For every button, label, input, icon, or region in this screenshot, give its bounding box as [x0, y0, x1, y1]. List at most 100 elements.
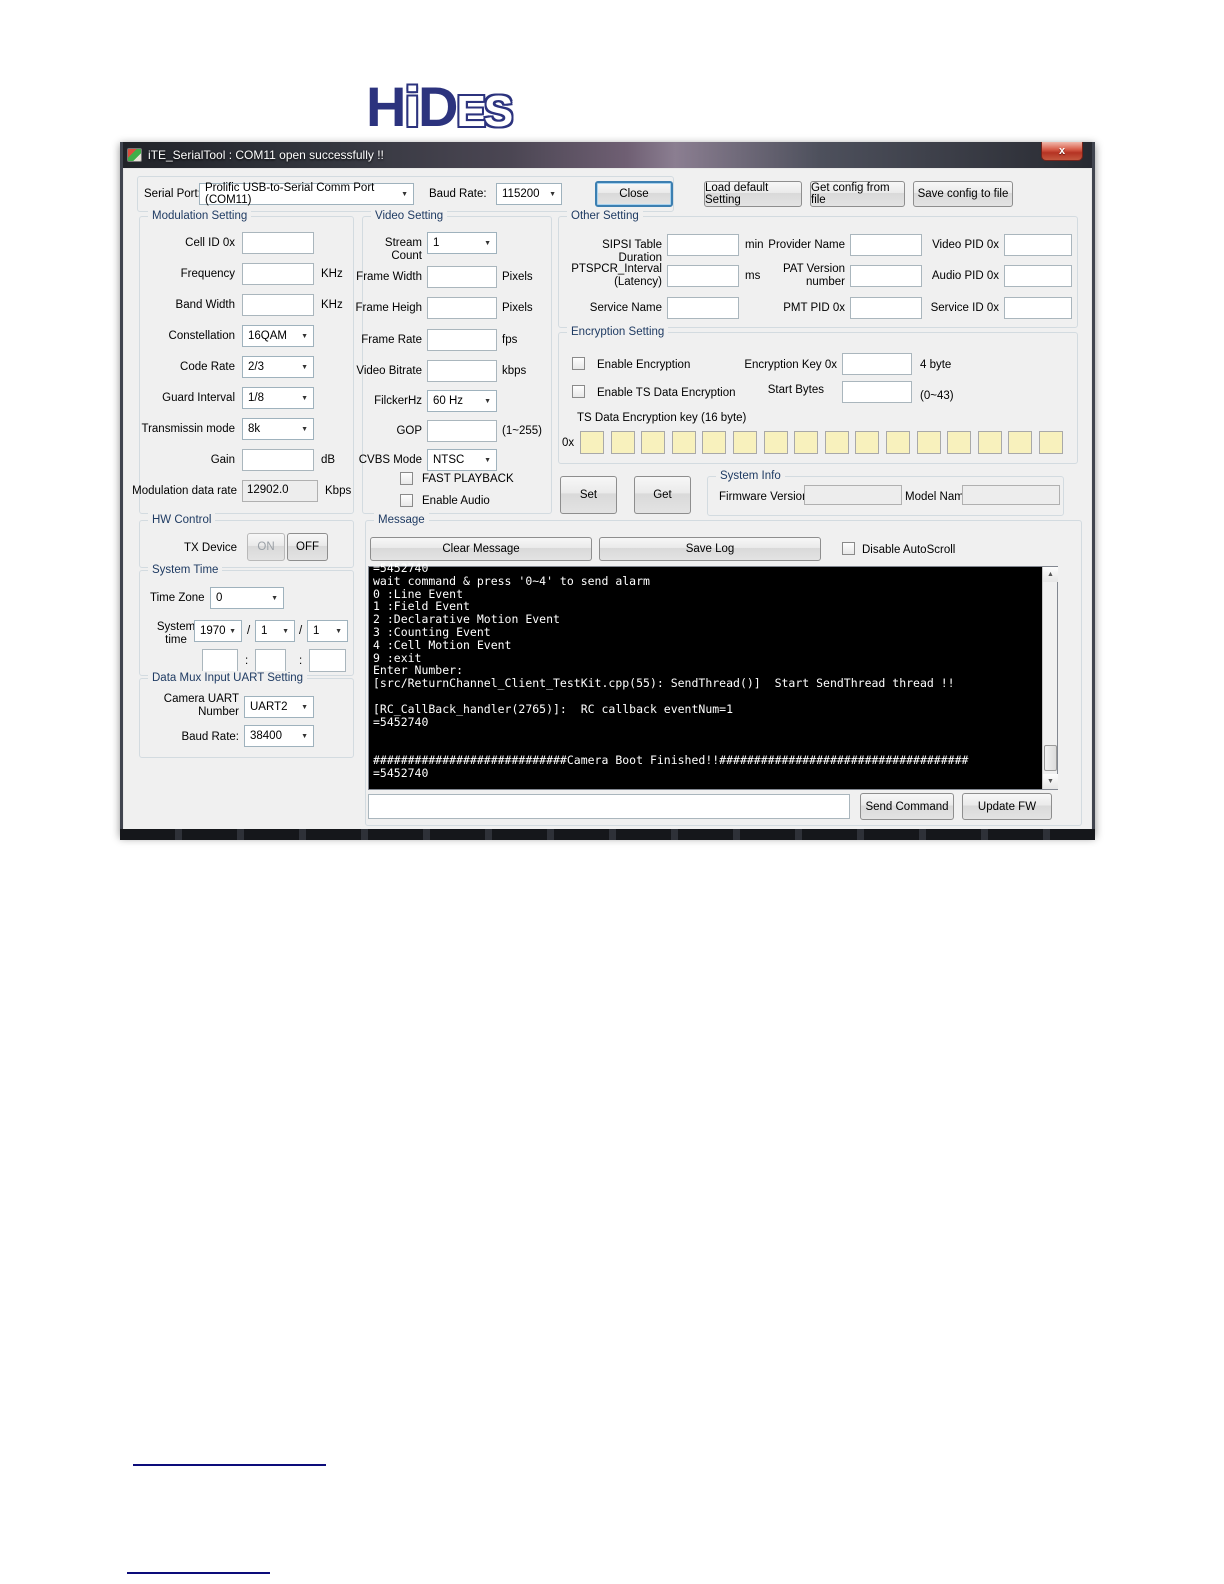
scroll-down-icon[interactable]: ▼ [1043, 774, 1058, 789]
chevron-down-icon: ▼ [301, 394, 308, 402]
stream-count-select[interactable]: 1 ▼ [427, 232, 497, 254]
gain-unit: dB [321, 454, 336, 466]
second-input[interactable] [309, 649, 346, 672]
tx-on-button[interactable]: ON [247, 533, 285, 561]
chevron-down-icon: ▼ [301, 425, 308, 433]
audio-pid-input[interactable] [1004, 265, 1072, 287]
terminal-log[interactable]: =5452740 wait command & press '0~4' to s… [368, 562, 1058, 790]
ptspcr-input[interactable] [667, 265, 739, 287]
video-bitrate-input[interactable] [427, 360, 497, 382]
year-select[interactable]: 1970 ▼ [194, 620, 242, 642]
flicker-select[interactable]: 60 Hz ▼ [427, 390, 497, 412]
gop-input[interactable] [427, 420, 497, 442]
code-rate-select[interactable]: 2/3 ▼ [242, 356, 314, 378]
save-log-button[interactable]: Save Log [599, 537, 821, 561]
ts-key-byte-input[interactable] [1008, 431, 1033, 454]
close-icon[interactable]: x [1041, 142, 1083, 161]
ts-key-byte-input[interactable] [1038, 431, 1063, 454]
transmission-mode-select[interactable]: 8k ▼ [242, 418, 314, 440]
cvbs-select[interactable]: NTSC ▼ [427, 449, 497, 471]
constellation-select[interactable]: 16QAM ▼ [242, 325, 314, 347]
baud-rate-select[interactable]: 115200 ▼ [496, 183, 562, 205]
close-port-button[interactable]: Close [595, 181, 673, 207]
cell-id-input[interactable] [242, 232, 314, 254]
enable-ts-label: Enable TS Data Encryption [597, 387, 736, 399]
frame-height-input[interactable] [427, 297, 497, 319]
time-zone-select[interactable]: 0 ▼ [210, 587, 284, 609]
ts-key-byte-input[interactable] [947, 431, 972, 454]
camera-uart-select[interactable]: UART2 ▼ [244, 696, 314, 718]
save-config-button[interactable]: Save config to file [913, 181, 1013, 207]
ts-key-byte-input[interactable] [794, 431, 819, 454]
ts-key-byte-input[interactable] [580, 431, 604, 454]
tx-off-button[interactable]: OFF [287, 533, 328, 561]
band-width-input[interactable] [242, 294, 314, 316]
flicker-label: FilckerHz [374, 395, 422, 407]
minute-input[interactable] [255, 649, 286, 672]
video-pid-input[interactable] [1004, 234, 1072, 256]
band-width-label: Band Width [175, 299, 235, 311]
chevron-down-icon: ▼ [271, 594, 278, 602]
frequency-input[interactable] [242, 263, 314, 285]
month-select[interactable]: 1 ▼ [255, 620, 295, 642]
serial-port-select[interactable]: Prolific USB-to-Serial Comm Port (COM11)… [199, 182, 414, 206]
get-button[interactable]: Get [634, 476, 691, 514]
pat-version-input[interactable] [850, 265, 922, 287]
encryption-key-input[interactable] [842, 353, 912, 375]
mux-baud-rate-select[interactable]: 38400 ▼ [244, 725, 314, 747]
frame-width-input[interactable] [427, 266, 497, 288]
logo-letter: H [366, 75, 406, 138]
logo-letter: D [418, 75, 458, 138]
encryption-key-unit: 4 byte [920, 359, 952, 371]
ts-key-byte-input[interactable] [702, 431, 727, 454]
load-default-button[interactable]: Load default Setting [704, 181, 802, 207]
data-rate-label: Modulation data rate [132, 485, 237, 497]
logo-letter: ES [456, 87, 513, 136]
disable-autoscroll-checkbox[interactable] [842, 542, 855, 555]
service-name-input[interactable] [667, 297, 739, 319]
title-bar[interactable]: iTE_SerialTool : COM11 open successfully… [123, 142, 1092, 168]
guard-interval-select[interactable]: 1/8 ▼ [242, 387, 314, 409]
ts-key-byte-input[interactable] [885, 431, 910, 454]
ts-key-byte-input[interactable] [610, 431, 635, 454]
gop-unit: (1~255) [502, 425, 542, 437]
fast-playback-checkbox[interactable] [400, 472, 413, 485]
scrollbar-thumb[interactable] [1044, 745, 1057, 771]
send-command-button[interactable]: Send Command [860, 793, 954, 820]
ts-key-byte-input[interactable] [824, 431, 849, 454]
terminal-scrollbar[interactable]: ▲ ▼ [1042, 567, 1058, 789]
set-button[interactable]: Set [560, 476, 617, 514]
data-rate-value: 12902.0 [242, 480, 318, 502]
ts-key-byte-input[interactable] [977, 431, 1002, 454]
service-name-label: Service Name [589, 302, 662, 314]
frame-rate-input[interactable] [427, 329, 497, 351]
cell-id-label: Cell ID 0x [185, 237, 235, 249]
sipsi-input[interactable] [667, 234, 739, 256]
pmt-pid-input[interactable] [850, 297, 922, 319]
provider-name-input[interactable] [850, 234, 922, 256]
start-bytes-input[interactable] [842, 381, 912, 403]
encryption-key-label: Encryption Key 0x [744, 359, 837, 371]
enable-encryption-checkbox[interactable] [572, 357, 585, 370]
ts-key-byte-input[interactable] [855, 431, 880, 454]
day-select[interactable]: 1 ▼ [307, 620, 348, 642]
command-input[interactable] [368, 794, 850, 819]
update-fw-button[interactable]: Update FW [962, 793, 1052, 820]
service-id-input[interactable] [1004, 297, 1072, 319]
ts-key-byte-input[interactable] [671, 431, 696, 454]
footer-rule-1 [133, 1464, 326, 1466]
clear-message-button[interactable]: Clear Message [370, 537, 592, 561]
get-config-button[interactable]: Get config from file [810, 181, 905, 207]
gain-input[interactable] [242, 449, 314, 471]
ts-key-byte-input[interactable] [641, 431, 666, 454]
ts-key-byte-input[interactable] [763, 431, 788, 454]
ts-key-byte-input[interactable] [732, 431, 757, 454]
data-rate-unit: Kbps [325, 485, 352, 497]
scroll-up-icon[interactable]: ▲ [1043, 567, 1058, 582]
hw-control-title: HW Control [148, 513, 216, 527]
hour-input[interactable] [202, 649, 238, 672]
audio-pid-label: Audio PID 0x [931, 270, 999, 282]
enable-ts-checkbox[interactable] [572, 385, 585, 398]
enable-audio-checkbox[interactable] [400, 494, 413, 507]
ts-key-byte-input[interactable] [916, 431, 941, 454]
